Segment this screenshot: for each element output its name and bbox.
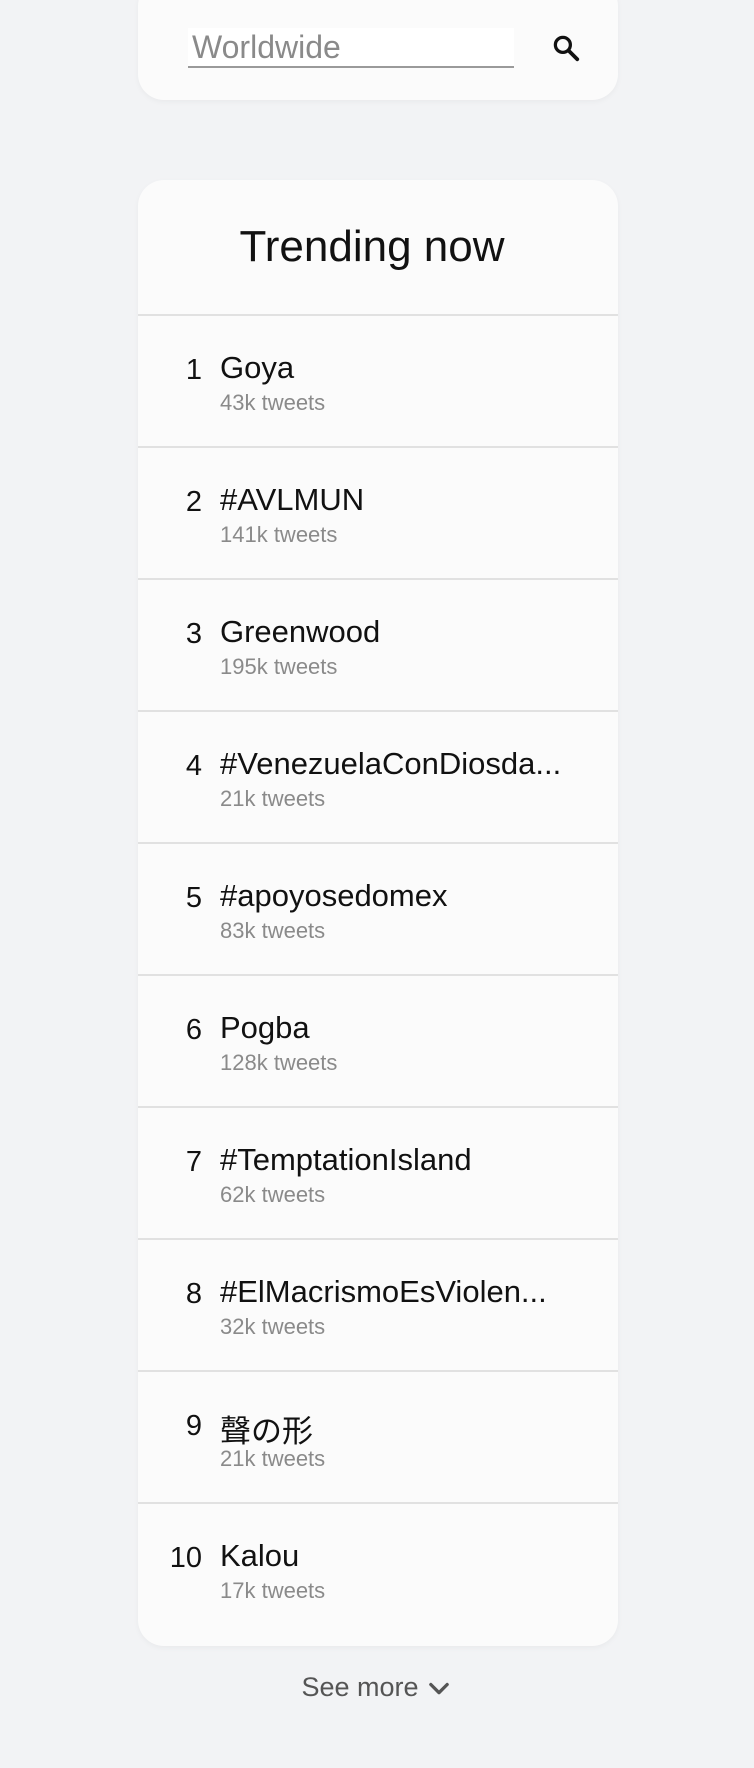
trend-item[interactable]: 10 Kalou 17k tweets <box>138 1504 618 1636</box>
trend-tweet-count: 128k tweets <box>220 1050 338 1075</box>
trend-item[interactable]: 3 Greenwood 195k tweets <box>138 580 618 712</box>
trend-rank: 3 <box>185 618 202 650</box>
trend-item[interactable]: 4 #VenezuelaConDiosda... 21k tweets <box>138 712 618 844</box>
trend-item[interactable]: 8 #ElMacrismoEsViolen... 32k tweets <box>138 1240 618 1372</box>
trend-rank: 8 <box>185 1278 202 1310</box>
trend-item[interactable]: 2 #AVLMUN 141k tweets <box>138 448 618 580</box>
trend-item[interactable]: 5 #apoyosedomex 83k tweets <box>138 844 618 976</box>
trend-name[interactable]: Goya <box>220 350 294 386</box>
trend-item[interactable]: 6 Pogba 128k tweets <box>138 976 618 1108</box>
trend-rank: 7 <box>185 1146 202 1178</box>
trend-name[interactable]: #AVLMUN <box>220 482 364 518</box>
trend-name[interactable]: Greenwood <box>220 614 380 650</box>
trend-rank: 10 <box>169 1542 202 1574</box>
trend-tweet-count: 62k tweets <box>220 1182 326 1207</box>
trend-tweet-count: 32k tweets <box>220 1314 326 1339</box>
trend-rank: 2 <box>185 486 202 518</box>
trend-tweet-count: 21k tweets <box>220 786 326 811</box>
trend-item[interactable]: 9 聲の形 21k tweets <box>138 1372 618 1504</box>
chevron-down-icon <box>428 1682 449 1694</box>
trend-rank: 6 <box>185 1014 202 1046</box>
trend-tweet-count: 195k tweets <box>220 654 338 679</box>
trend-name[interactable]: #apoyosedomex <box>220 878 448 914</box>
search-card <box>138 0 618 100</box>
trend-name[interactable]: Pogba <box>220 1010 310 1046</box>
see-more-button[interactable]: See more <box>0 1672 754 1703</box>
trend-name[interactable]: 聲の形 <box>220 1406 313 1451</box>
trending-header: Trending now <box>138 180 618 316</box>
trend-name[interactable]: #VenezuelaConDiosda... <box>220 746 561 782</box>
trend-tweet-count: 17k tweets <box>220 1578 326 1603</box>
trend-rank: 4 <box>185 750 202 782</box>
trend-name[interactable]: Kalou <box>220 1538 299 1574</box>
trending-title: Trending now <box>239 222 505 271</box>
search-icon <box>553 35 580 62</box>
trend-rank: 5 <box>185 882 202 914</box>
trending-page: Trending now 1 Goya 43k tweets 2 #AVLMUN… <box>0 0 754 1768</box>
trending-card: Trending now 1 Goya 43k tweets 2 #AVLMUN… <box>138 180 618 1646</box>
trend-name[interactable]: #TemptationIsland <box>220 1142 472 1178</box>
trend-rank: 1 <box>185 354 202 386</box>
trend-tweet-count: 21k tweets <box>220 1446 326 1471</box>
search-button[interactable] <box>544 26 588 70</box>
trend-name[interactable]: #ElMacrismoEsViolen... <box>220 1274 547 1310</box>
trend-item[interactable]: 7 #TemptationIsland 62k tweets <box>138 1108 618 1240</box>
trend-tweet-count: 43k tweets <box>220 390 326 415</box>
search-input[interactable] <box>188 28 514 68</box>
trend-item[interactable]: 1 Goya 43k tweets <box>138 316 618 448</box>
trend-tweet-count: 141k tweets <box>220 522 338 547</box>
see-more-label: See more <box>301 1672 419 1702</box>
trend-rank: 9 <box>185 1410 202 1442</box>
trend-tweet-count: 83k tweets <box>220 918 326 943</box>
